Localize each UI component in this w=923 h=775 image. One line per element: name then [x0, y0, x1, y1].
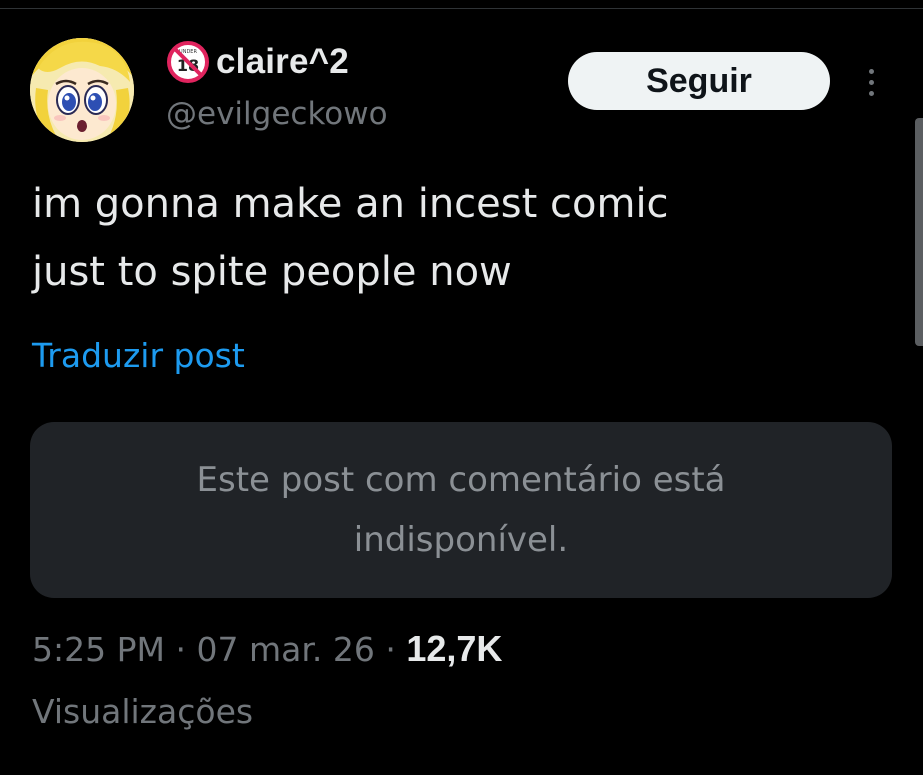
views-label[interactable]: Visualizações [32, 692, 253, 731]
more-vertical-icon-dot [868, 79, 874, 85]
unavailable-message-line: Este post com comentário está [196, 460, 726, 500]
more-vertical-icon [868, 68, 874, 74]
post-text-line: just to spite people now [32, 249, 512, 295]
translate-post-link[interactable]: Traduzir post [32, 336, 245, 375]
post-time[interactable]: 5:25 PM [32, 630, 165, 669]
display-name[interactable]: claire^2 [216, 42, 349, 82]
top-divider [0, 0, 923, 9]
separator: · [175, 630, 186, 669]
unavailable-message-line: indisponível. [353, 520, 569, 560]
author-handle[interactable]: @evilgeckowo [166, 96, 388, 132]
cartoon-avatar-icon [30, 38, 134, 142]
post-date[interactable]: 07 mar. 26 [196, 630, 374, 669]
follow-button[interactable]: Seguir [568, 52, 830, 110]
avatar[interactable] [30, 38, 134, 142]
more-options-button[interactable] [856, 60, 886, 104]
quoted-post-unavailable-card: Este post com comentário está indisponív… [30, 422, 892, 598]
more-vertical-icon-dot [868, 90, 874, 96]
views-count[interactable]: 12,7K [406, 628, 502, 669]
post-text-line: im gonna make an incest comic [32, 181, 669, 227]
post-meta: 5:25 PM · 07 mar. 26 · 12,7K [32, 628, 502, 670]
scrollbar[interactable] [915, 118, 923, 346]
unavailable-message: Este post com comentário está indisponív… [101, 450, 821, 570]
post-text: im gonna make an incest comic just to sp… [32, 170, 892, 306]
author-name-row: UNDER 18 claire^2 [166, 38, 349, 86]
separator: · [385, 630, 396, 669]
under-18-icon: UNDER 18 [167, 41, 209, 83]
